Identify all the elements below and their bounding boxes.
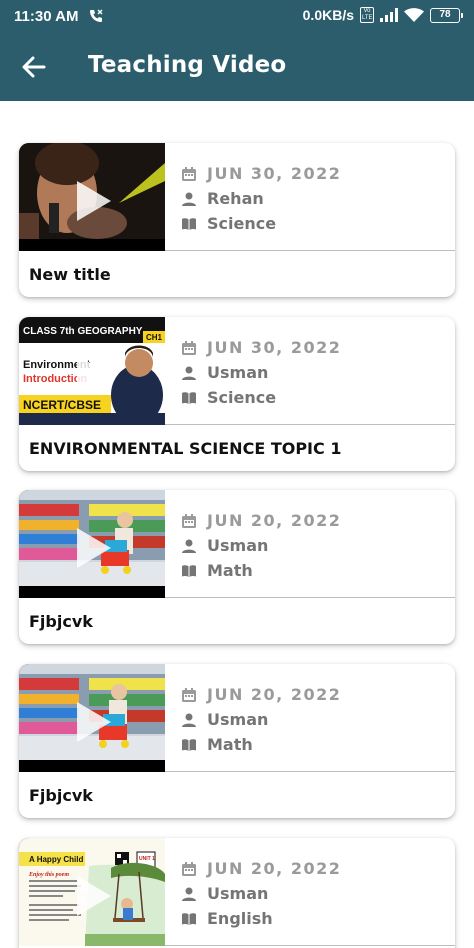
calendar-icon <box>182 340 196 355</box>
card-divider <box>165 597 455 598</box>
video-title: Fjbjcvk <box>29 786 93 805</box>
video-date: JUN 20, 2022 <box>207 859 342 878</box>
video-subject: Math <box>207 561 253 580</box>
person-icon <box>182 192 196 206</box>
video-subject: English <box>207 909 273 928</box>
thumb-heading: A Happy Child <box>29 855 83 864</box>
video-list[interactable]: JUN 30, 2022 Rehan Science New title CLA… <box>0 101 474 948</box>
video-teacher: Usman <box>207 536 269 555</box>
video-card[interactable]: A Happy Child UNIT 1 Enjoy this poem JUN… <box>19 838 455 948</box>
video-title: Fjbjcvk <box>29 612 93 631</box>
card-divider <box>165 771 455 772</box>
video-title: New title <box>29 265 111 284</box>
wifi-icon <box>404 8 424 22</box>
video-teacher: Usman <box>207 363 269 382</box>
thumb-subheading: Enjoy this poem <box>28 872 69 878</box>
video-teacher: Usman <box>207 710 269 729</box>
video-meta: JUN 20, 2022 Usman Math <box>181 508 341 583</box>
video-card[interactable]: JUN 20, 2022 Usman Math Fjbjcvk <box>19 664 455 818</box>
battery-icon: 78 <box>430 7 463 23</box>
video-date: JUN 20, 2022 <box>207 511 342 530</box>
app-bar: 11:30 AM 0.0KB/s Vo LTE 78 Teaching Vide… <box>0 0 474 101</box>
calendar-icon <box>182 166 196 181</box>
video-card[interactable]: CLASS 7th GEOGRAPHY CH1 Environment Intr… <box>19 317 455 471</box>
network-speed: 0.0KB/s <box>302 7 354 23</box>
video-card[interactable]: JUN 20, 2022 Usman Math Fjbjcvk <box>19 490 455 644</box>
person-icon <box>182 713 196 727</box>
video-thumbnail[interactable]: A Happy Child UNIT 1 Enjoy this poem <box>19 838 165 946</box>
video-thumbnail[interactable]: CLASS 7th GEOGRAPHY CH1 Environment Intr… <box>19 317 165 425</box>
video-meta: JUN 20, 2022 Usman English <box>181 856 341 931</box>
person-icon <box>182 366 196 380</box>
video-subject: Math <box>207 735 253 754</box>
back-button[interactable] <box>20 53 48 81</box>
calendar-icon <box>182 513 196 528</box>
play-icon <box>77 702 111 742</box>
video-meta: JUN 20, 2022 Usman Math <box>181 682 341 757</box>
video-card[interactable]: JUN 30, 2022 Rehan Science New title <box>19 143 455 297</box>
call-forward-icon <box>90 9 103 22</box>
volte-icon: Vo LTE <box>360 7 374 23</box>
play-icon <box>77 876 111 916</box>
video-title: ENVIRONMENTAL SCIENCE TOPIC 1 <box>29 439 342 458</box>
card-divider <box>165 424 455 425</box>
calendar-icon <box>182 687 196 702</box>
card-divider <box>165 945 455 946</box>
status-time: 11:30 AM <box>14 8 79 25</box>
book-icon <box>182 391 196 404</box>
signal-icon <box>380 8 398 22</box>
thumb-chapter: CH1 <box>146 333 163 342</box>
book-icon <box>182 217 196 230</box>
book-icon <box>182 738 196 751</box>
video-date: JUN 30, 2022 <box>207 164 342 183</box>
status-bar: 11:30 AM 0.0KB/s Vo LTE 78 <box>0 0 474 34</box>
video-date: JUN 30, 2022 <box>207 338 342 357</box>
video-subject: Science <box>207 388 277 407</box>
video-teacher: Rehan <box>207 189 264 208</box>
play-icon <box>77 355 111 395</box>
play-icon <box>77 181 111 221</box>
thumb-unit: UNIT 1 <box>139 856 155 862</box>
book-icon <box>182 912 196 925</box>
video-meta: JUN 30, 2022 Usman Science <box>181 335 341 410</box>
video-meta: JUN 30, 2022 Rehan Science <box>181 161 341 236</box>
video-thumbnail[interactable] <box>19 664 165 772</box>
calendar-icon <box>182 861 196 876</box>
book-icon <box>182 564 196 577</box>
person-icon <box>182 887 196 901</box>
video-teacher: Usman <box>207 884 269 903</box>
card-divider <box>165 250 455 251</box>
video-subject: Science <box>207 214 277 233</box>
thumb-banner: CLASS 7th GEOGRAPHY <box>23 326 143 337</box>
person-icon <box>182 539 196 553</box>
video-date: JUN 20, 2022 <box>207 685 342 704</box>
page-title: Teaching Video <box>88 52 287 78</box>
thumb-footer: NCERT/CBSE <box>23 398 101 412</box>
video-thumbnail[interactable] <box>19 490 165 598</box>
video-thumbnail[interactable] <box>19 143 165 251</box>
play-icon <box>77 528 111 568</box>
